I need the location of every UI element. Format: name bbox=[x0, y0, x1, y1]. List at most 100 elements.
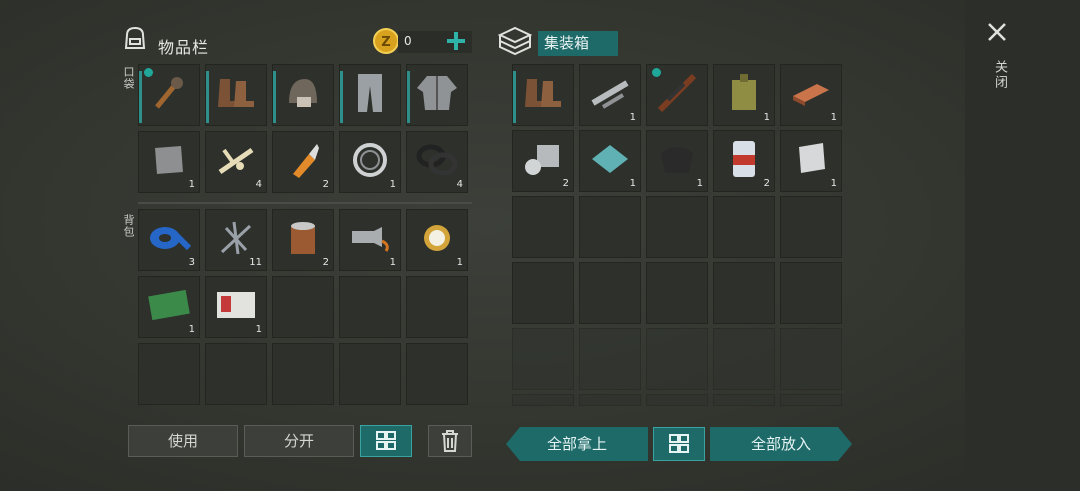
empty-slot[interactable] bbox=[512, 262, 574, 324]
backpack-label: 背包 bbox=[122, 214, 135, 238]
item-slot[interactable]: 2 bbox=[512, 130, 574, 192]
empty-slot[interactable] bbox=[646, 196, 708, 258]
item-slot[interactable] bbox=[339, 64, 401, 126]
equipped-marker bbox=[273, 71, 276, 123]
item-slot[interactable]: 1 bbox=[579, 64, 641, 126]
empty-slot[interactable] bbox=[646, 394, 708, 406]
empty-slot[interactable] bbox=[780, 328, 842, 390]
item-slot[interactable]: 1 bbox=[780, 64, 842, 126]
empty-slot[interactable] bbox=[579, 328, 641, 390]
empty-slot[interactable] bbox=[512, 394, 574, 406]
item-slot[interactable] bbox=[512, 64, 574, 126]
empty-slot[interactable] bbox=[406, 343, 468, 405]
empty-slot[interactable] bbox=[713, 196, 775, 258]
empty-slot[interactable] bbox=[646, 262, 708, 324]
item-slot[interactable] bbox=[205, 64, 267, 126]
split-button[interactable]: 分开 bbox=[244, 425, 354, 457]
item-count: 1 bbox=[696, 178, 703, 189]
beer-can-icon bbox=[729, 137, 759, 185]
empty-slot[interactable] bbox=[780, 196, 842, 258]
army-card-icon bbox=[213, 288, 259, 326]
bones-icon bbox=[214, 140, 258, 184]
rubber-mat-icon bbox=[655, 139, 699, 183]
equipped-marker bbox=[407, 71, 410, 123]
equipped-marker bbox=[513, 71, 516, 123]
item-slot[interactable]: 2 bbox=[272, 131, 334, 193]
plus-icon bbox=[447, 32, 465, 50]
empty-slot[interactable] bbox=[713, 328, 775, 390]
item-slot[interactable]: 1 bbox=[138, 131, 200, 193]
item-count: 1 bbox=[255, 324, 262, 335]
empty-slot[interactable] bbox=[780, 394, 842, 406]
empty-slot[interactable] bbox=[272, 276, 334, 338]
pipe-icon bbox=[587, 73, 633, 117]
item-slot[interactable]: 1 bbox=[406, 209, 468, 271]
item-slot[interactable]: 11 bbox=[205, 209, 267, 271]
item-slot[interactable]: 4 bbox=[205, 131, 267, 193]
empty-slot[interactable] bbox=[272, 343, 334, 405]
glue-icon bbox=[283, 140, 323, 184]
item-count: 2 bbox=[322, 257, 329, 268]
empty-slot[interactable] bbox=[512, 328, 574, 390]
item-count: 4 bbox=[255, 179, 262, 190]
item-slot[interactable]: 1 bbox=[339, 209, 401, 271]
item-slot[interactable] bbox=[406, 64, 468, 126]
empty-slot[interactable] bbox=[646, 328, 708, 390]
empty-slot[interactable] bbox=[579, 394, 641, 406]
grid-sort-icon bbox=[376, 431, 396, 450]
item-count: 1 bbox=[830, 112, 837, 123]
item-count: 3 bbox=[188, 257, 195, 268]
take-all-button[interactable]: 全部拿上 bbox=[506, 427, 648, 461]
item-slot[interactable]: 3 bbox=[138, 209, 200, 271]
scrap-metal-icon bbox=[149, 140, 189, 184]
item-slot[interactable]: 1 bbox=[713, 64, 775, 126]
grid-sort-icon bbox=[669, 434, 689, 453]
equipped-marker bbox=[206, 71, 209, 123]
item-slot[interactable] bbox=[646, 64, 708, 126]
svg-text:Z: Z bbox=[381, 35, 390, 50]
item-slot[interactable]: 2 bbox=[272, 209, 334, 271]
item-slot[interactable] bbox=[138, 64, 200, 126]
empty-slot[interactable] bbox=[406, 276, 468, 338]
empty-slot[interactable] bbox=[780, 262, 842, 324]
empty-slot[interactable] bbox=[138, 343, 200, 405]
sort-container-button[interactable] bbox=[653, 427, 705, 461]
tarp-icon bbox=[588, 141, 632, 181]
item-slot[interactable] bbox=[272, 64, 334, 126]
use-button[interactable]: 使用 bbox=[128, 425, 238, 457]
section-divider bbox=[138, 202, 472, 204]
close-button[interactable]: 关闭 bbox=[985, 20, 1011, 100]
item-count: 1 bbox=[188, 179, 195, 190]
trash-button[interactable] bbox=[428, 425, 472, 457]
item-slot[interactable]: 4 bbox=[406, 131, 468, 193]
steel-plate-icon bbox=[791, 139, 831, 183]
empty-slot[interactable] bbox=[339, 276, 401, 338]
watch-icon bbox=[417, 218, 457, 262]
empty-slot[interactable] bbox=[713, 262, 775, 324]
add-coins-button[interactable] bbox=[444, 29, 468, 53]
engine-part-icon bbox=[521, 139, 565, 183]
put-all-button[interactable]: 全部放入 bbox=[710, 427, 852, 461]
jacket-icon bbox=[415, 72, 459, 118]
item-count: 11 bbox=[249, 257, 262, 268]
sort-inventory-button[interactable] bbox=[360, 425, 412, 457]
item-slot[interactable]: 1 bbox=[205, 276, 267, 338]
backpack-icon bbox=[122, 26, 148, 54]
empty-slot[interactable] bbox=[205, 343, 267, 405]
empty-slot[interactable] bbox=[579, 196, 641, 258]
item-count: 4 bbox=[456, 179, 463, 190]
coupon-icon bbox=[146, 289, 192, 325]
boots-icon bbox=[521, 73, 565, 117]
empty-slot[interactable] bbox=[579, 262, 641, 324]
item-slot[interactable]: 1 bbox=[780, 130, 842, 192]
item-slot[interactable]: 1 bbox=[646, 130, 708, 192]
item-slot[interactable]: 2 bbox=[713, 130, 775, 192]
empty-slot[interactable] bbox=[512, 196, 574, 258]
item-slot[interactable]: 1 bbox=[579, 130, 641, 192]
copper-bar-icon bbox=[789, 78, 833, 112]
empty-slot[interactable] bbox=[713, 394, 775, 406]
item-slot[interactable]: 1 bbox=[138, 276, 200, 338]
empty-slot[interactable] bbox=[339, 343, 401, 405]
hat-icon bbox=[283, 73, 323, 117]
item-slot[interactable]: 1 bbox=[339, 131, 401, 193]
